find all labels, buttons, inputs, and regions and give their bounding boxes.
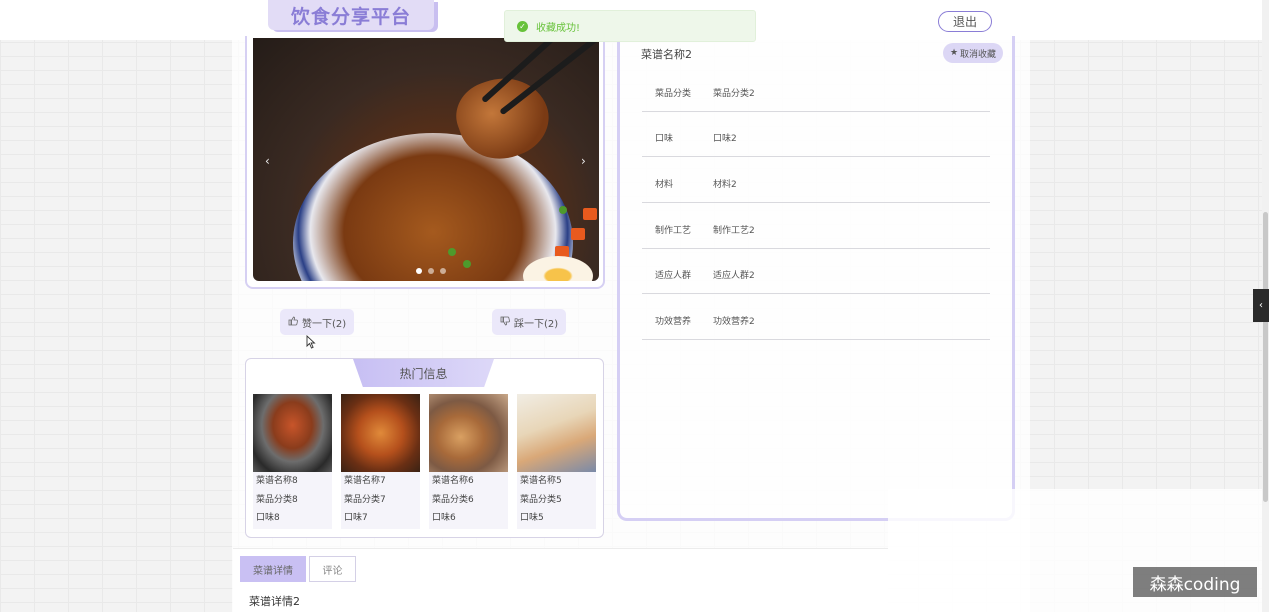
- unfavorite-button[interactable]: ★ 取消收藏: [943, 43, 1003, 63]
- hot-recipe-image[interactable]: [341, 394, 420, 472]
- hot-recipe-name: 菜谱名称6: [432, 476, 474, 486]
- carousel-food-image: ‹ ›: [253, 38, 599, 281]
- pea-shape: [463, 260, 471, 268]
- thumbs-down-icon: [500, 316, 510, 329]
- hot-recipe-name: 菜谱名称5: [520, 476, 562, 486]
- info-row-ingredients: 材料 材料2: [642, 157, 990, 203]
- hot-recipe-category: 菜品分类6: [432, 494, 474, 505]
- info-row-category: 菜品分类 菜品分类2: [642, 66, 990, 112]
- hot-recipe-category: 菜品分类8: [256, 494, 298, 505]
- carousel-dot[interactable]: [428, 268, 434, 274]
- mouse-cursor-icon: [306, 334, 316, 353]
- star-icon: ★: [949, 48, 959, 58]
- success-toast: ✓ 收藏成功!: [504, 10, 756, 42]
- info-value: 菜品分类2: [713, 89, 755, 99]
- carousel-indicators: [416, 268, 446, 274]
- toast-message: 收藏成功!: [536, 22, 581, 34]
- image-carousel[interactable]: ‹ ›: [245, 36, 605, 289]
- hot-recipe-image[interactable]: [253, 394, 332, 472]
- hot-recipe-image[interactable]: [517, 394, 596, 472]
- hot-recipe-image[interactable]: [429, 394, 508, 472]
- info-value: 材料2: [713, 180, 737, 190]
- check-circle-icon: ✓: [517, 20, 528, 32]
- thumbs-up-icon: [288, 316, 298, 329]
- carousel-dot[interactable]: [416, 268, 422, 274]
- dislike-count-label: 踩一下(2): [514, 318, 559, 330]
- bowl-shape: [293, 133, 573, 281]
- hot-recipe-taste: 口味5: [520, 513, 544, 524]
- info-label: 适应人群: [655, 271, 692, 281]
- hot-recipe-name: 菜谱名称7: [344, 476, 386, 486]
- carousel-next-arrow[interactable]: ›: [581, 154, 586, 168]
- carrot-shape: [571, 228, 585, 240]
- hot-recipe-name: 菜谱名称8: [256, 476, 298, 486]
- tab-recipe-details[interactable]: 菜谱详情: [240, 556, 306, 582]
- info-row-nutrition: 功效营养 功效营养2: [642, 294, 990, 340]
- chevron-left-icon[interactable]: ‹: [1253, 289, 1269, 322]
- hot-info-title: 热门信息: [353, 359, 494, 387]
- hot-recipe-taste: 口味6: [432, 513, 456, 524]
- pea-shape: [559, 206, 567, 214]
- watermark: 森森coding: [1133, 567, 1257, 597]
- tab-comments[interactable]: 评论: [309, 556, 356, 582]
- hot-recipe-card[interactable]: 菜谱名称5 菜品分类5 口味5: [517, 394, 596, 529]
- hot-recipe-category: 菜品分类7: [344, 494, 386, 505]
- info-row-audience: 适应人群 适应人群2: [642, 248, 990, 294]
- info-value: 口味2: [713, 134, 737, 144]
- info-label: 口味: [655, 134, 674, 144]
- info-value: 功效营养2: [713, 317, 755, 327]
- unfavorite-label: 取消收藏: [960, 49, 997, 60]
- hot-recipe-card[interactable]: 菜谱名称7 菜品分类7 口味7: [341, 394, 420, 529]
- recipe-title: 菜谱名称2: [641, 48, 692, 61]
- info-label: 功效营养: [655, 317, 692, 327]
- carousel-prev-arrow[interactable]: ‹: [265, 154, 270, 168]
- logout-button[interactable]: 退出: [938, 11, 992, 32]
- dislike-button[interactable]: 踩一下(2): [492, 309, 567, 335]
- tab-content-text: 菜谱详情2: [249, 595, 300, 608]
- info-value: 制作工艺2: [713, 226, 755, 236]
- site-logo[interactable]: 饮食分享平台: [268, 0, 434, 30]
- like-count-label: 赞一下(2): [302, 318, 347, 330]
- like-button[interactable]: 赞一下(2): [280, 309, 355, 335]
- info-row-taste: 口味 口味2: [642, 111, 990, 157]
- info-value: 适应人群2: [713, 271, 755, 281]
- pea-shape: [448, 248, 456, 256]
- hot-recipe-card[interactable]: 菜谱名称6 菜品分类6 口味6: [429, 394, 508, 529]
- info-label: 材料: [655, 180, 674, 190]
- scrollbar-thumb[interactable]: [1263, 212, 1268, 502]
- carousel-dot[interactable]: [440, 268, 446, 274]
- hot-recipe-taste: 口味8: [256, 513, 280, 524]
- info-label: 菜品分类: [655, 89, 692, 99]
- hot-recipe-card[interactable]: 菜谱名称8 菜品分类8 口味8: [253, 394, 332, 529]
- info-row-technique: 制作工艺 制作工艺2: [642, 203, 990, 249]
- hot-recipe-category: 菜品分类5: [520, 494, 562, 505]
- info-label: 制作工艺: [655, 226, 692, 236]
- hot-recipe-taste: 口味7: [344, 513, 368, 524]
- carrot-shape: [583, 208, 597, 220]
